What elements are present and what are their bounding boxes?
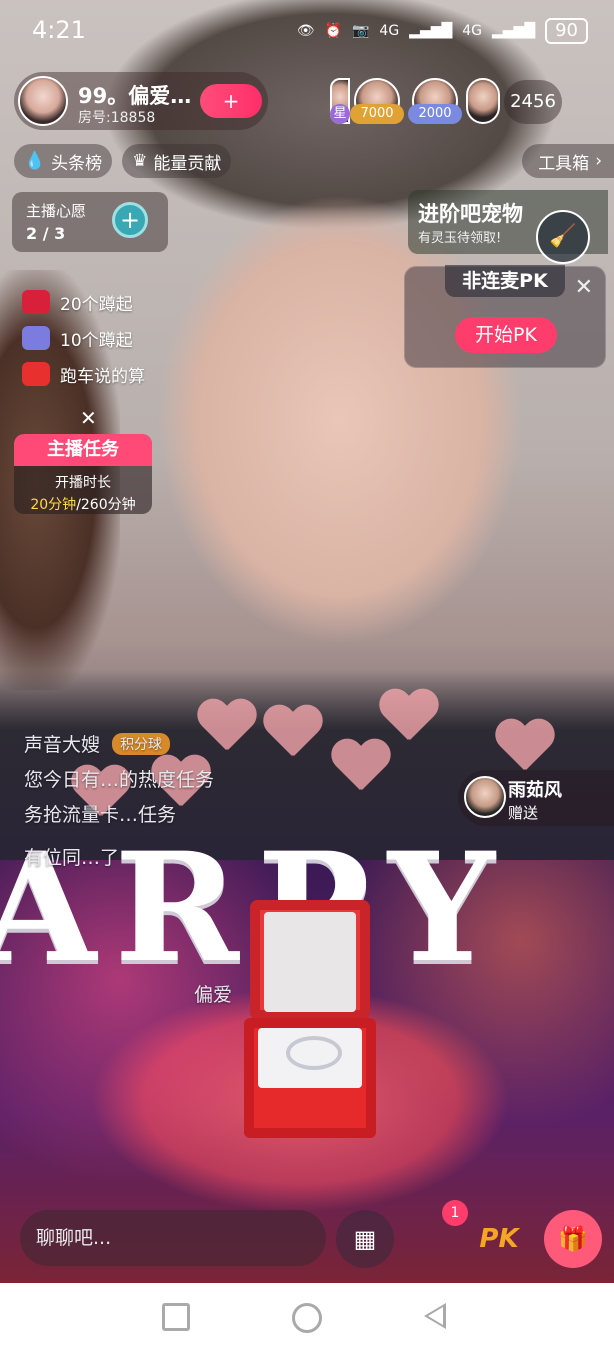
room-number: 房号:18858 [78, 110, 156, 126]
crown-icon: ♛ [132, 151, 148, 171]
notification-badge: 1 [442, 1200, 468, 1226]
goal-item: 跑车说的算 [22, 356, 145, 392]
chat-user[interactable]: 声音大嫂 [24, 734, 100, 756]
pk-button[interactable]: PK [470, 1210, 528, 1268]
ring-icon [286, 1036, 342, 1070]
energy-label: 能量贡献 [153, 153, 222, 174]
host-info[interactable]: 99。偏爱… 房号:18858 + [14, 72, 268, 130]
camera-icon: 📷 [351, 23, 370, 39]
rank-row: 💧 头条榜 ♛ 能量贡献 [14, 144, 232, 178]
crystal-icon [22, 326, 50, 350]
pet-subtitle: 有灵玉待领取! [418, 231, 502, 246]
signal-1-label: 4G [379, 23, 400, 39]
grid-icon: ▦ [353, 1225, 377, 1253]
start-pk-button[interactable]: 开始PK [455, 317, 557, 353]
viewer-badge: 星 [330, 104, 350, 124]
pk-card: 非连麦PK ✕ 开始PK [404, 265, 606, 368]
clean-screen-button[interactable]: 🧹 [536, 210, 590, 264]
goal-item: 10个蹲起 [22, 320, 145, 356]
wish-title: 主播心愿 [26, 202, 87, 220]
heart-effect [494, 720, 554, 774]
top-viewers: 星 7000 2000 [330, 78, 500, 126]
toolbox-button[interactable]: 工具箱 › [522, 144, 614, 178]
goal-label: 20个蹲起 [60, 294, 133, 315]
goal-label: 10个蹲起 [60, 330, 133, 351]
host-task-card[interactable]: 主播任务 开播时长 20分钟/260分钟 [14, 434, 152, 514]
gift-button[interactable]: 🎁 [544, 1210, 602, 1268]
chat-message: 您今日有…的热度任务 [24, 769, 215, 791]
task-progress: 20分钟/260分钟 [14, 494, 152, 514]
viewer-badge: 7000 [350, 104, 404, 124]
close-icon[interactable]: ✕ [575, 275, 593, 300]
host-avatar[interactable] [18, 76, 68, 126]
signal-2-label: 4G [462, 23, 483, 39]
viewer-count[interactable]: 2456 [504, 80, 562, 124]
goal-label: 跑车说的算 [60, 366, 145, 387]
gift-action: 赠送 [508, 804, 539, 822]
home-icon[interactable] [292, 1303, 322, 1333]
task-label: 开播时长 [55, 475, 111, 491]
chat-message: 偏爱 [194, 984, 233, 1006]
battery-indicator: 90 [545, 18, 588, 44]
headlines-label: 头条榜 [51, 153, 103, 174]
gifter-avatar[interactable] [464, 776, 506, 818]
toolbox-label: 工具箱 [538, 153, 590, 174]
broom-icon: 🧹 [549, 224, 577, 249]
eye-icon: 👁 [296, 23, 315, 39]
pk-mode-tab[interactable]: 非连麦PK [445, 265, 565, 297]
recent-apps-icon[interactable] [162, 1303, 190, 1331]
host-wish-card[interactable]: 主播心愿 2 / 3 + [12, 192, 168, 252]
back-icon[interactable] [424, 1303, 446, 1329]
pet-title: 进阶吧宠物 [418, 202, 523, 226]
heart-plus-icon: + [222, 89, 240, 113]
system-nav-bar [0, 1283, 614, 1350]
gift-box-icon: 🎁 [558, 1225, 588, 1253]
more-apps-button[interactable]: ▦ [336, 1210, 394, 1268]
chat-message: 务抢流量卡…任务 [24, 804, 177, 826]
task-title: 主播任务 [14, 434, 152, 466]
gift-notification: 雨茹风 赠送 [458, 770, 614, 826]
host-name: 99。偏爱… [78, 84, 192, 108]
viewer-avatar[interactable] [466, 78, 500, 124]
chat-input[interactable]: 聊聊吧... [20, 1210, 326, 1266]
chat-messages: 声音大嫂 积分球 您今日有…的热度任务 务抢流量卡…任务 有位同…了 偏爱 [24, 730, 444, 1015]
viewer-badge: 2000 [408, 104, 462, 124]
rose-icon [22, 290, 50, 314]
flame-icon: 💧 [24, 151, 46, 171]
headlines-rank[interactable]: 💧 头条榜 [14, 144, 113, 178]
gift-goals: 20个蹲起 10个蹲起 跑车说的算 [22, 284, 145, 392]
goal-item: 20个蹲起 [22, 284, 145, 320]
chat-message: 有位同…了 [24, 847, 120, 869]
chat-user-badge: 积分球 [112, 733, 171, 755]
energy-rank[interactable]: ♛ 能量贡献 [122, 144, 232, 178]
alarm-icon: ⏰ [324, 23, 342, 39]
sports-car-icon [22, 362, 50, 386]
wish-plus-icon: + [112, 202, 148, 238]
close-task-icon[interactable]: ✕ [80, 406, 97, 430]
pk-icon: PK [479, 1224, 519, 1254]
task-progress-total: /260分钟 [76, 497, 136, 513]
wish-count: 2 / 3 [26, 224, 66, 243]
bottom-bar: 聊聊吧... ▦ 1 PK 🎁 [0, 1200, 614, 1280]
status-icons: 👁 ⏰ 📷 4G ▂▄▆█ 4G ▂▄▆█ 90 [297, 18, 588, 44]
status-bar: 4:21 👁 ⏰ 📷 4G ▂▄▆█ 4G ▂▄▆█ 90 [0, 0, 614, 60]
status-time: 4:21 [32, 16, 86, 44]
chat-message: 声音大嫂 积分球 [24, 730, 444, 757]
chevron-right-icon: › [595, 151, 602, 171]
gifter-name: 雨茹风 [508, 780, 562, 801]
task-progress-value: 20分钟 [30, 497, 77, 513]
signal-bars-icon: ▂▄▆█ [492, 23, 536, 39]
signal-bars-icon: ▂▄▆█ [409, 23, 453, 39]
follow-button[interactable]: + [200, 84, 262, 118]
